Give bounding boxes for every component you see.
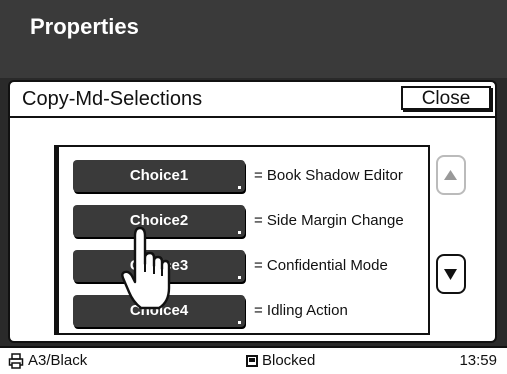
scroll-up-button[interactable] — [436, 155, 466, 195]
list-item: Choice3 = Confidential Mode — [73, 250, 433, 284]
stop-square-icon — [246, 355, 258, 368]
list-item: Choice4 = Idling Action — [73, 295, 433, 329]
dialog-header: Copy-Md-Selections Close — [10, 82, 495, 118]
dialog-title: Copy-Md-Selections — [22, 88, 203, 110]
choice3-label: Choice3 — [129, 257, 189, 274]
status-time: 13:59 — [459, 352, 497, 369]
list-item: Choice1 = Book Shadow Editor — [73, 160, 433, 194]
status-bar: A3/Black Blocked 13:59 — [0, 346, 507, 374]
scroll-down-button[interactable] — [436, 254, 466, 294]
button-corner-mark — [238, 186, 241, 189]
choice2-label: Choice2 — [129, 212, 189, 229]
window-title: Properties — [30, 14, 139, 39]
choice4-description: = Idling Action — [254, 302, 348, 319]
button-corner-mark — [238, 321, 241, 324]
status-blocked: Blocked — [246, 352, 315, 369]
choice4-label: Choice4 — [129, 302, 189, 319]
status-paper-text: A3/Black — [28, 352, 88, 369]
choice4-button[interactable]: Choice4 — [73, 295, 245, 327]
choices-list: Choice1 = Book Shadow Editor Choice2 = S… — [54, 145, 430, 335]
status-blocked-text: Blocked — [262, 352, 316, 369]
button-corner-mark — [238, 231, 241, 234]
choice1-label: Choice1 — [129, 167, 189, 184]
choice2-button[interactable]: Choice2 — [73, 205, 245, 237]
printer-icon — [8, 353, 24, 369]
button-corner-mark — [238, 276, 241, 279]
triangle-up-icon — [444, 170, 457, 180]
close-button[interactable]: Close — [401, 86, 491, 110]
dialog-panel: Copy-Md-Selections Close Choice1 = Book … — [8, 80, 497, 343]
choice1-button[interactable]: Choice1 — [73, 160, 245, 192]
choice3-description: = Confidential Mode — [254, 257, 388, 274]
title-bar: Properties — [0, 0, 507, 78]
choice3-button[interactable]: Choice3 — [73, 250, 245, 282]
list-item: Choice2 = Side Margin Change — [73, 205, 433, 239]
choice2-description: = Side Margin Change — [254, 212, 404, 229]
triangle-down-icon — [444, 269, 457, 280]
status-paper: A3/Black — [8, 352, 87, 369]
choice1-description: = Book Shadow Editor — [254, 167, 403, 184]
